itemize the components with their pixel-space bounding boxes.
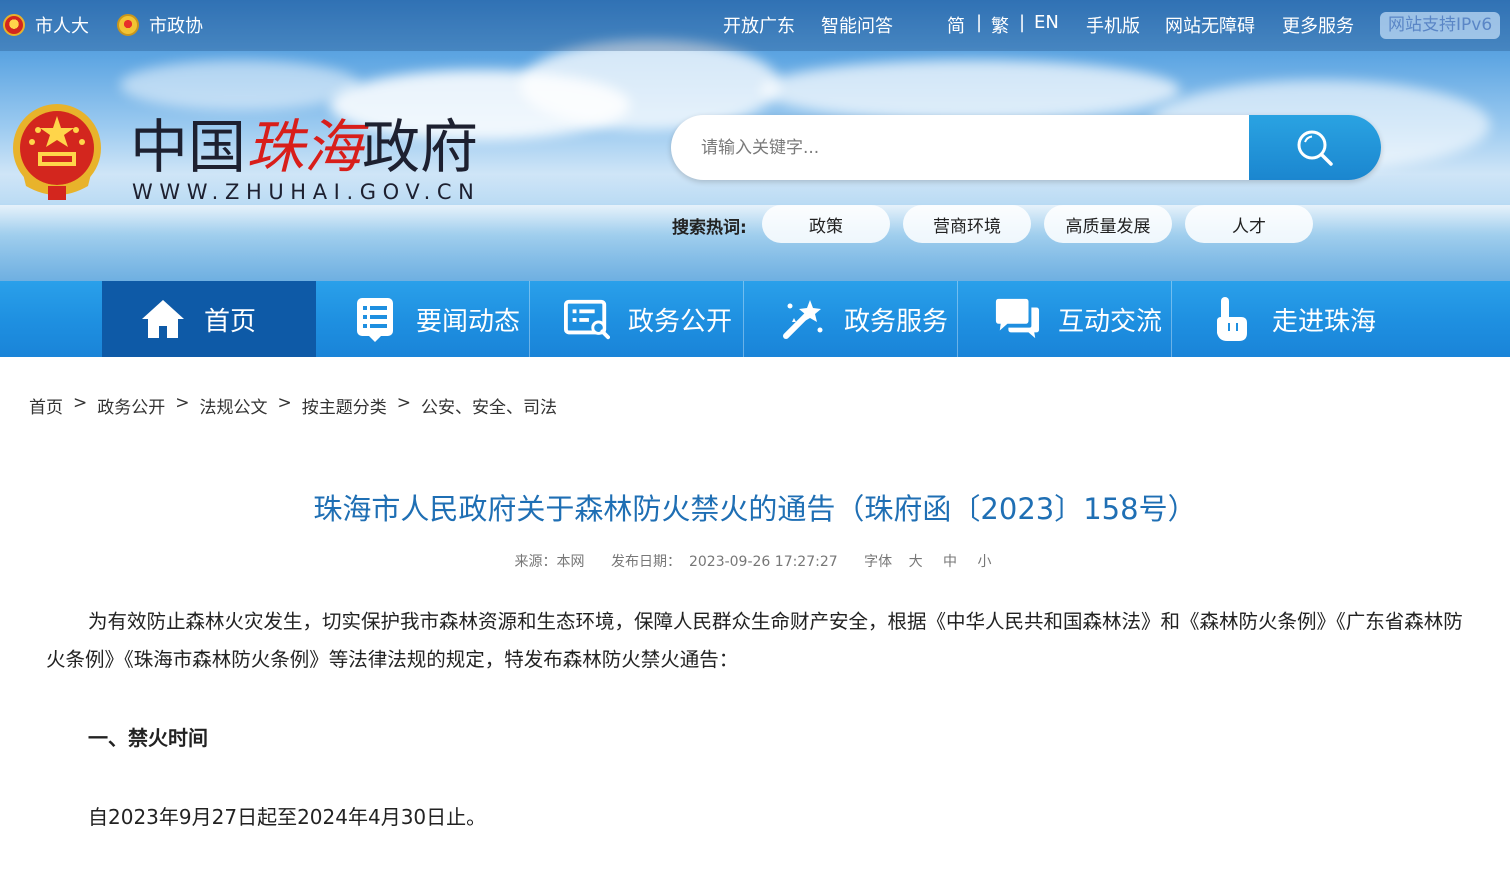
breadcrumb-separator: > (175, 393, 190, 413)
site-title-zhuhai: 珠海 (246, 113, 363, 181)
header-banner: 市人大 市政协 开放广东 智能问答 简 | 繁 | EN 手机版 网站无障碍 更… (0, 0, 1510, 281)
nav-item-home-label: 首页 (204, 306, 257, 337)
nav-item-news-label: 要闻动态 (416, 306, 521, 337)
link-simplified-chinese[interactable]: 简 (947, 12, 965, 38)
magic-wand-icon (780, 296, 826, 342)
breadcrumb-separator: > (277, 393, 292, 413)
article-date-value: 2023-09-26 17:27:27 (688, 554, 838, 570)
link-english[interactable]: EN (1034, 12, 1059, 33)
link-municipal-cppcc-label: 市政协 (149, 16, 203, 37)
hot-search-label: 搜索热词: (672, 218, 747, 238)
link-municipal-congress[interactable]: 市人大 (3, 12, 89, 38)
nav-divider (743, 281, 744, 357)
link-accessibility[interactable]: 网站无障碍 (1165, 12, 1255, 38)
nav-item-about-zhuhai[interactable]: 走进珠海 (1208, 281, 1408, 357)
site-title[interactable]: 中国 珠海 政府 (130, 104, 478, 181)
language-separator: | (1019, 12, 1026, 33)
font-size-label: 字体 (864, 554, 893, 570)
nav-item-interaction[interactable]: 互动交流 (994, 281, 1170, 357)
font-size-medium[interactable]: 中 (943, 554, 957, 570)
breadcrumb-by-topic[interactable]: 按主题分类 (302, 393, 387, 418)
document-icon (564, 296, 610, 342)
hand-pointer-icon (1208, 296, 1254, 342)
news-list-icon (352, 296, 398, 342)
national-emblem-icon (3, 14, 25, 36)
link-smart-qa[interactable]: 智能问答 (821, 12, 893, 38)
site-title-china: 中国 (130, 113, 247, 181)
site-title-government: 政府 (362, 113, 479, 181)
national-emblem-logo (13, 104, 101, 200)
banner-cloud (760, 60, 1180, 120)
search-box (671, 115, 1381, 180)
link-municipal-cppcc[interactable]: 市政协 (117, 12, 203, 38)
link-mobile-version[interactable]: 手机版 (1086, 12, 1140, 38)
link-open-guangdong[interactable]: 开放广东 (723, 12, 795, 38)
article-source: 来源：本网 (514, 554, 585, 570)
cppcc-emblem-icon (117, 14, 139, 36)
hot-tag-business-environment[interactable]: 营商环境 (903, 205, 1031, 243)
breadcrumb-separator: > (396, 393, 411, 413)
nav-divider (529, 281, 530, 357)
link-municipal-congress-label: 市人大 (35, 16, 89, 37)
article-meta: 来源：本网 发布日期： 2023-09-26 17:27:27 字体 大 中 小 (0, 551, 1510, 571)
hot-tag-talent[interactable]: 人才 (1185, 205, 1313, 243)
nav-item-about-zhuhai-label: 走进珠海 (1272, 306, 1377, 337)
breadcrumb-gov-affairs[interactable]: 政务公开 (97, 393, 165, 418)
nav-divider (957, 281, 958, 357)
font-size-large[interactable]: 大 (909, 554, 923, 570)
ipv6-badge: 网站支持IPv6 (1380, 12, 1501, 39)
link-traditional-chinese[interactable]: 繁 (991, 12, 1009, 38)
nav-item-gov-services[interactable]: 政务服务 (780, 281, 956, 357)
nav-item-gov-affairs-label: 政务公开 (628, 306, 733, 337)
breadcrumb-public-security[interactable]: 公安、安全、司法 (421, 393, 557, 418)
chat-icon (994, 296, 1040, 342)
section-heading-prohibition-period: 一、禁火时间 (88, 726, 208, 750)
font-size-small[interactable]: 小 (977, 554, 991, 570)
section-text-prohibition-period: 自2023年9月27日起至2024年4月30日止。 (88, 805, 487, 829)
hot-tag-high-quality-development[interactable]: 高质量发展 (1044, 205, 1172, 243)
home-icon (140, 296, 186, 342)
breadcrumb-separator: > (73, 393, 88, 413)
search-icon (1297, 130, 1333, 166)
article-date-label: 发布日期： (610, 554, 681, 570)
breadcrumb-regulations[interactable]: 法规公文 (200, 393, 268, 418)
nav-item-gov-services-label: 政务服务 (844, 306, 949, 337)
hot-tag-policy[interactable]: 政策 (762, 205, 890, 243)
nav-divider (1171, 281, 1172, 357)
nav-item-interaction-label: 互动交流 (1058, 306, 1163, 337)
search-input[interactable] (671, 115, 1249, 180)
article-intro-paragraph: 为有效防止森林火灾发生，切实保护我市森林资源和生态环境，保障人民群众生命财产安全… (46, 610, 1463, 671)
nav-item-news[interactable]: 要闻动态 (352, 281, 528, 357)
breadcrumb-home[interactable]: 首页 (29, 393, 63, 418)
link-more-services[interactable]: 更多服务 (1282, 12, 1354, 38)
article-title: 珠海市人民政府关于森林防火禁火的通告（珠府函〔2023〕158号） (313, 492, 1197, 526)
nav-item-home[interactable]: 首页 (102, 281, 316, 357)
main-nav: 首页 要闻动态 政务公开 政务服务 互动交流 走进珠海 (0, 281, 1510, 357)
site-url: WWW.ZHUHAI.GOV.CN (132, 180, 481, 204)
breadcrumb: 首页 > 政务公开 > 法规公文 > 按主题分类 > 公安、安全、司法 (29, 393, 557, 418)
language-separator: | (976, 12, 983, 33)
nav-item-gov-affairs[interactable]: 政务公开 (564, 281, 742, 357)
search-button[interactable] (1249, 115, 1381, 180)
